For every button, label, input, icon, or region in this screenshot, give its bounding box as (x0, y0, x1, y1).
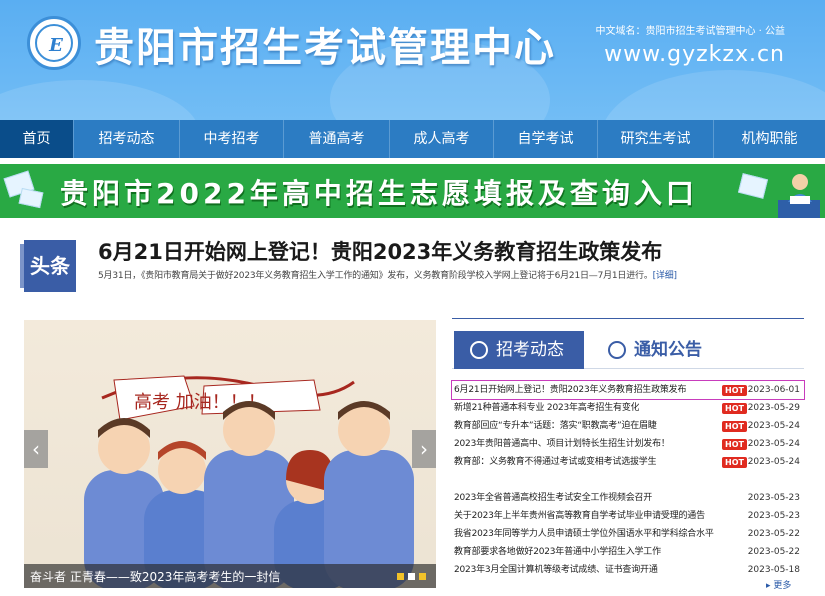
tab-tongzhi-gonggao[interactable]: 通知公告 (604, 331, 734, 369)
hot-badge: HOT (722, 457, 747, 468)
nav-home[interactable]: 首页 (0, 120, 74, 158)
slider-dot[interactable] (419, 573, 426, 580)
news-title[interactable]: 2023年3月全国计算机等级考试成绩、证书查询开通 (454, 561, 658, 579)
slider-next-button[interactable]: › (412, 430, 436, 468)
news-date: 2023-05-18 (747, 565, 800, 575)
news-title[interactable]: 关于2023年上半年贵州省高等教育自学考试毕业申请受理的通告 (454, 507, 705, 525)
banner-text: 贵阳市2022年高中招生志愿填报及查询入口 (60, 177, 698, 210)
logo-mark-icon: E (49, 35, 63, 56)
slider-prev-button[interactable]: ‹ (24, 430, 48, 468)
news-hot-list: 6月21日开始网上登记！贵阳2023年义务教育招生政策发布 HOT 2023-0… (451, 380, 805, 471)
news-title[interactable]: 我省2023年同等学力人员申请硕士学位外国语水平和学科综合水平 (454, 525, 714, 543)
slider-caption[interactable]: 奋斗者 正青春——致2023年高考考生的一封信 (24, 564, 436, 588)
list-item[interactable]: 6月21日开始网上登记！贵阳2023年义务教育招生政策发布 HOT 2023-0… (451, 380, 805, 400)
slide-illustration: 高考 加油！！！ (84, 375, 414, 588)
news-title[interactable]: 6月21日开始网上登记！贵阳2023年义务教育招生政策发布 (454, 381, 686, 399)
tab-zhaokao-dongtai[interactable]: 招考动态 (454, 331, 584, 369)
slider-dot[interactable] (408, 573, 415, 580)
chevron-right-icon: ▸ (766, 581, 771, 591)
site-title: 贵阳市招生考试管理中心 (94, 24, 556, 71)
hot-badge: HOT (722, 421, 747, 432)
list-item[interactable]: 教育部：义务教育不得通过考试或变相考试选拔学生 HOT 2023-05-24 (452, 453, 804, 471)
nav-jigou-zhineng[interactable]: 机构职能 (714, 120, 825, 158)
headline-title[interactable]: 6月21日开始网上登记！贵阳2023年义务教育招生政策发布 (98, 236, 662, 266)
news-top-divider (452, 318, 804, 319)
news-list: 2023年全省普通高校招生考试安全工作视频会召开 2023-05-23 关于20… (452, 489, 804, 579)
paper-icon (18, 187, 44, 209)
news-title[interactable]: 2023年全省普通高校招生考试安全工作视频会召开 (454, 489, 652, 507)
list-item[interactable]: 关于2023年上半年贵州省高等教育自学考试毕业申请受理的通告 2023-05-2… (452, 507, 804, 525)
news-title[interactable]: 教育部回应“专升本”话题：落实“职教高考”迫在眉睫 (454, 417, 657, 435)
news-date: 2023-05-24 (747, 421, 800, 431)
paper-icon (737, 173, 769, 199)
news-date: 2023-05-24 (747, 457, 800, 467)
main-nav: 首页 招考动态 中考招考 普通高考 成人高考 自学考试 研究生考试 机构职能 (0, 120, 825, 158)
nav-zhaokao-dongtai[interactable]: 招考动态 (74, 120, 180, 158)
nav-gaokao[interactable]: 普通高考 (284, 120, 390, 158)
nav-zhongkao[interactable]: 中考招考 (180, 120, 284, 158)
headline-summary: 5月31日，《贵阳市教育局关于做好2023年义务教育招生入学工作的通知》发布，义… (98, 268, 677, 281)
news-title[interactable]: 教育部：义务教育不得通过考试或变相考试选拔学生 (454, 453, 656, 471)
headline-more-link[interactable]: [详细] (653, 271, 677, 281)
news-date: 2023-05-23 (747, 511, 800, 521)
domain-cn: 中文域名：贵阳市招生考试管理中心 · 公益 (595, 26, 785, 37)
news-date: 2023-06-01 (747, 385, 800, 395)
list-item[interactable]: 教育部回应“专升本”话题：落实“职教高考”迫在眉睫 HOT 2023-05-24 (452, 417, 804, 435)
news-date: 2023-05-24 (747, 439, 800, 449)
slider-dot[interactable] (397, 573, 404, 580)
hot-badge: HOT (722, 403, 747, 414)
news-title[interactable]: 新增21种普通本科专业 2023年高考招生有变化 (454, 399, 639, 417)
headline-summary-text: 5月31日，《贵阳市教育局关于做好2023年义务教育招生入学工作的通知》发布，义… (98, 271, 653, 281)
news-date: 2023-05-22 (747, 547, 800, 557)
news-date: 2023-05-23 (747, 493, 800, 503)
news-tabs: 招考动态 通知公告 (452, 331, 804, 369)
list-item[interactable]: 2023年全省普通高校招生考试安全工作视频会召开 2023-05-23 (452, 489, 804, 507)
nav-chengren-gaokao[interactable]: 成人高考 (390, 120, 494, 158)
list-item[interactable]: 教育部要求各地做好2023年普通中小学招生入学工作 2023-05-22 (452, 543, 804, 561)
headline-tag: 头条 (20, 240, 76, 292)
news-title[interactable]: 2023年贵阳普通高中、项目计划特长生招生计划发布！ (454, 435, 670, 453)
list-item[interactable]: 我省2023年同等学力人员申请硕士学位外国语水平和学科综合水平 2023-05-… (452, 525, 804, 543)
list-item[interactable]: 2023年贵阳普通高中、项目计划特长生招生计划发布！ HOT 2023-05-2… (452, 435, 804, 453)
list-item[interactable]: 新增21种普通本科专业 2023年高考招生有变化 HOT 2023-05-29 (452, 399, 804, 417)
hot-badge: HOT (722, 385, 747, 396)
news-date: 2023-05-22 (747, 529, 800, 539)
student-at-desk-icon (778, 174, 820, 218)
tab-label: 通知公告 (634, 340, 702, 360)
image-slider[interactable]: 高考 加油！！！ ‹ › 奋斗者 正青春——致2023年高考考生的一封信 (24, 320, 436, 588)
slider-dots (397, 573, 426, 580)
domain-en: www.gyzkzx.cn (604, 42, 785, 67)
nav-yanjiusheng[interactable]: 研究生考试 (598, 120, 714, 158)
hot-badge: HOT (722, 439, 747, 450)
nav-zixue-kaoshi[interactable]: 自学考试 (494, 120, 598, 158)
site-logo[interactable]: E (27, 16, 81, 70)
news-title[interactable]: 教育部要求各地做好2023年普通中小学招生入学工作 (454, 543, 661, 561)
tab-label: 招考动态 (496, 340, 564, 360)
news-date: 2023-05-29 (747, 403, 800, 413)
slider-caption-text: 奋斗者 正青春——致2023年高考考生的一封信 (30, 570, 281, 584)
list-item[interactable]: 2023年3月全国计算机等级考试成绩、证书查询开通 2023-05-18 (452, 561, 804, 579)
chat-bubble-icon (608, 341, 626, 359)
news-icon (470, 341, 488, 359)
enrollment-banner[interactable]: 贵阳市2022年高中招生志愿填报及查询入口 (0, 164, 825, 218)
more-label: 更多 (773, 581, 792, 591)
site-header: E 贵阳市招生考试管理中心 中文域名：贵阳市招生考试管理中心 · 公益 www.… (0, 0, 825, 120)
more-link[interactable]: ▸ 更多 (766, 578, 791, 591)
